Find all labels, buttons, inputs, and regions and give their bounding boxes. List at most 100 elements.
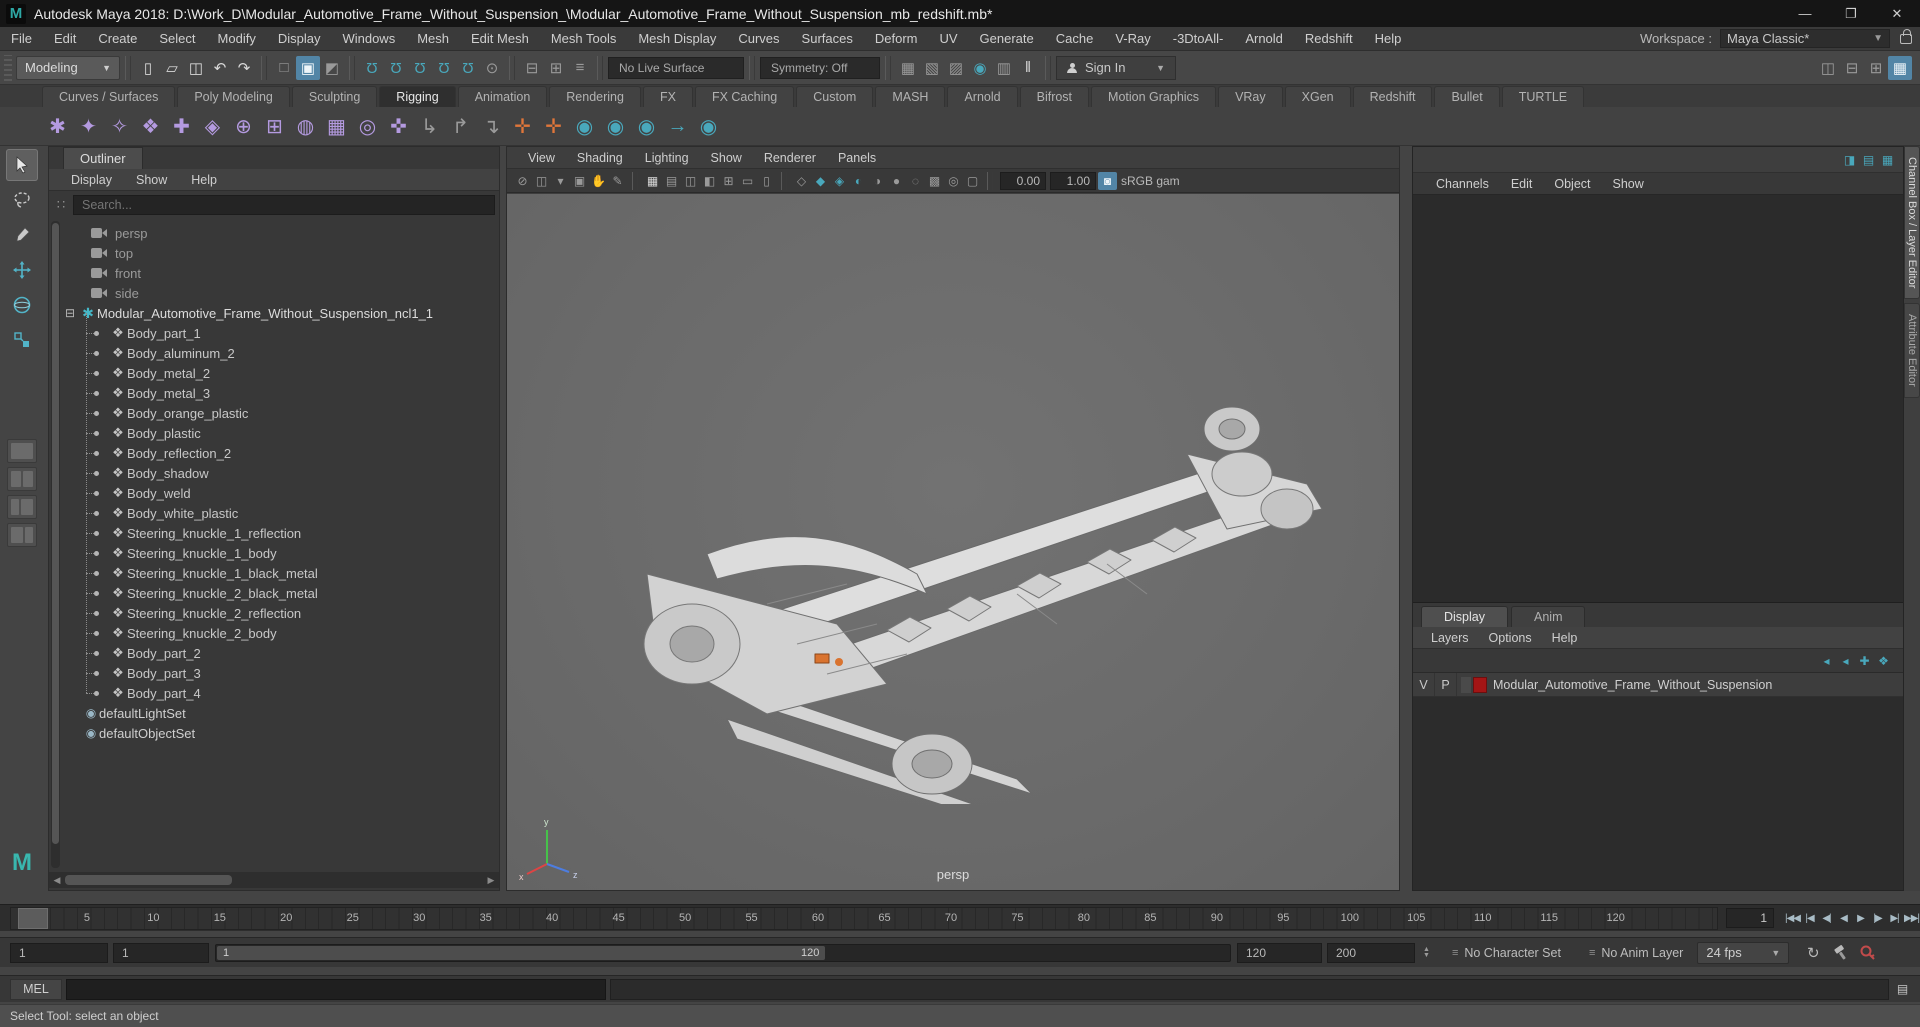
shelf-tab[interactable]: Poly Modeling — [177, 86, 290, 107]
ik-spline-icon[interactable]: ✧ — [104, 111, 135, 142]
grease-pencil-icon[interactable]: ✎ — [608, 172, 627, 190]
launch-render-icon[interactable]: ▥ — [992, 56, 1016, 80]
step-forward-frame-button[interactable]: ▶| — [1886, 908, 1903, 928]
layout-single-pane-button[interactable] — [7, 439, 37, 463]
filter-icon[interactable]: ∷ — [49, 197, 73, 213]
show-layer-editor-icon[interactable]: ▤ — [1859, 151, 1878, 169]
layer-type-swatch[interactable] — [1461, 676, 1471, 693]
ik-handle-icon[interactable]: ✦ — [73, 111, 104, 142]
menu-item[interactable]: Deform — [864, 27, 929, 51]
screen-space-ao-icon[interactable]: ● — [887, 172, 906, 190]
play-backwards-button[interactable]: ◀ — [1835, 908, 1852, 928]
viewport-model[interactable] — [587, 324, 1347, 804]
constraint-icon[interactable]: ❖ — [135, 111, 166, 142]
shelf-tab[interactable]: TURTLE — [1501, 86, 1585, 107]
shelf-tab[interactable]: Arnold — [947, 86, 1018, 107]
wireframe-icon[interactable]: ◇ — [792, 172, 811, 190]
outliner-mesh-item[interactable]: ❖ Body_shadow — [86, 463, 497, 483]
range-slider-track[interactable]: 1 120 — [215, 943, 1231, 962]
status-separator[interactable] — [349, 55, 355, 80]
render-settings-icon[interactable]: ◉ — [968, 56, 992, 80]
safe-action-icon[interactable]: ▭ — [738, 172, 757, 190]
outliner-mesh-item[interactable]: ❖ Body_orange_plastic — [86, 403, 497, 423]
go-to-start-button[interactable]: |◀◀ — [1784, 908, 1801, 928]
joint-mirror-icon[interactable]: ✛ — [538, 111, 569, 142]
outliner-panel-tab[interactable]: Outliner — [63, 147, 143, 169]
workspace-select[interactable]: Maya Classic* ▼ — [1720, 29, 1890, 48]
play-forwards-button[interactable]: ▶ — [1852, 908, 1869, 928]
four-pane-layout-icon[interactable]: ⊞ — [1864, 56, 1888, 80]
channel-box-menu-item[interactable]: Show — [1602, 172, 1655, 196]
show-channel-box-icon[interactable]: ◨ — [1840, 151, 1859, 169]
menu-item[interactable]: Surfaces — [791, 27, 864, 51]
move-layer-down-icon[interactable]: ◂ — [1836, 652, 1855, 670]
construction-history-icon[interactable]: ≡ — [568, 56, 592, 80]
outliner-menu-item[interactable]: Display — [59, 168, 124, 192]
collapse-expander-icon[interactable]: ⊟ — [65, 306, 79, 320]
open-scene-icon[interactable]: ▱ — [160, 56, 184, 80]
outliner-camera-item[interactable]: side — [65, 283, 497, 303]
empty-layer-icon[interactable]: ✚ — [1855, 652, 1874, 670]
command-language-toggle[interactable]: MEL — [10, 978, 62, 1000]
depth-of-field-icon[interactable]: ◎ — [944, 172, 963, 190]
outliner-search-input[interactable] — [73, 195, 495, 215]
menu-item[interactable]: Select — [148, 27, 206, 51]
command-input[interactable] — [66, 978, 606, 1000]
viewport-menu-item[interactable]: Show — [700, 146, 753, 170]
layer-editor-tab[interactable]: Display — [1421, 606, 1508, 627]
playback-loop-icon[interactable]: ↻ — [1801, 941, 1825, 965]
skeleton-icon[interactable]: ✚ — [166, 111, 197, 142]
lasso-tool-button[interactable] — [6, 184, 38, 216]
shelf-tab[interactable]: Rendering — [549, 86, 641, 107]
rotate-tool-button[interactable] — [6, 289, 38, 321]
shadows-icon[interactable]: ◑ — [868, 172, 887, 190]
input-connections-icon[interactable]: ⊟ — [520, 56, 544, 80]
textured-icon[interactable]: ◈ — [830, 172, 849, 190]
motion-blur-icon[interactable]: ◌ — [906, 172, 925, 190]
shaded-icon[interactable]: ◆ — [811, 172, 830, 190]
outliner-mesh-item[interactable]: ❖ Body_part_1 — [86, 323, 497, 343]
status-separator[interactable] — [885, 55, 891, 80]
bookmarks-icon[interactable]: ▾ — [551, 172, 570, 190]
viewport-menu-item[interactable]: Lighting — [634, 146, 700, 170]
shelf-tab[interactable]: XGen — [1284, 86, 1351, 107]
snap-curve-icon[interactable]: Ω — [384, 56, 408, 80]
select-object-icon[interactable]: ▣ — [296, 55, 320, 80]
menu-item[interactable]: Cache — [1045, 27, 1105, 51]
viewport-menu-item[interactable]: View — [517, 146, 566, 170]
outliner-mesh-item[interactable]: ❖ Body_white_plastic — [86, 503, 497, 523]
multisampling-icon[interactable]: ▩ — [925, 172, 944, 190]
menu-item[interactable]: Modify — [207, 27, 267, 51]
2d-pan-zoom-icon[interactable]: ✋ — [589, 172, 608, 190]
menu-set-select[interactable]: Modeling ▼ — [16, 55, 120, 80]
viewport-menu-item[interactable]: Shading — [566, 146, 634, 170]
connect-joint-icon[interactable]: ↳ — [414, 111, 445, 142]
maximize-button[interactable]: ❐ — [1828, 0, 1874, 27]
shelf-tab[interactable]: Sculpting — [291, 86, 378, 107]
outliner-horizontal-scrollbar[interactable]: ◀ ▶ — [49, 872, 499, 888]
outliner-mesh-item[interactable]: ❖ Steering_knuckle_1_body — [86, 543, 497, 563]
menu-item[interactable]: Edit Mesh — [460, 27, 540, 51]
outliner-mesh-item[interactable]: ❖ Steering_knuckle_2_black_metal — [86, 583, 497, 603]
outliner-camera-item[interactable]: top — [65, 243, 497, 263]
menu-item[interactable]: Mesh Tools — [540, 27, 628, 51]
bind-skin-icon[interactable]: ◈ — [197, 111, 228, 142]
sidebar-vertical-tab[interactable]: Channel Box / Layer Editor — [1904, 146, 1920, 300]
outliner-set-item[interactable]: ◉ defaultObjectSet — [65, 723, 497, 743]
menu-item[interactable]: Curves — [727, 27, 790, 51]
select-camera-icon[interactable]: ⊘ — [513, 172, 532, 190]
muscle-spline-icon[interactable]: ◉ — [631, 111, 662, 142]
current-frame-marker[interactable] — [18, 907, 48, 929]
rivet-icon[interactable]: ◉ — [693, 111, 724, 142]
layer-editor-tab[interactable]: Anim — [1511, 606, 1586, 627]
status-separator[interactable] — [125, 55, 131, 80]
resolution-gate-icon[interactable]: ◫ — [681, 172, 700, 190]
channel-box-menu-item[interactable]: Edit — [1500, 172, 1544, 196]
status-separator[interactable] — [597, 55, 603, 80]
field-chart-icon[interactable]: ⊞ — [719, 172, 738, 190]
viewport-menu-item[interactable]: Panels — [827, 146, 887, 170]
shelf-tab[interactable]: Motion Graphics — [1091, 86, 1217, 107]
animation-end-field[interactable]: 200 — [1327, 942, 1415, 963]
pause-viewport-icon[interactable]: ‖ — [1016, 56, 1040, 80]
cluster-icon[interactable]: ◍ — [290, 111, 321, 142]
